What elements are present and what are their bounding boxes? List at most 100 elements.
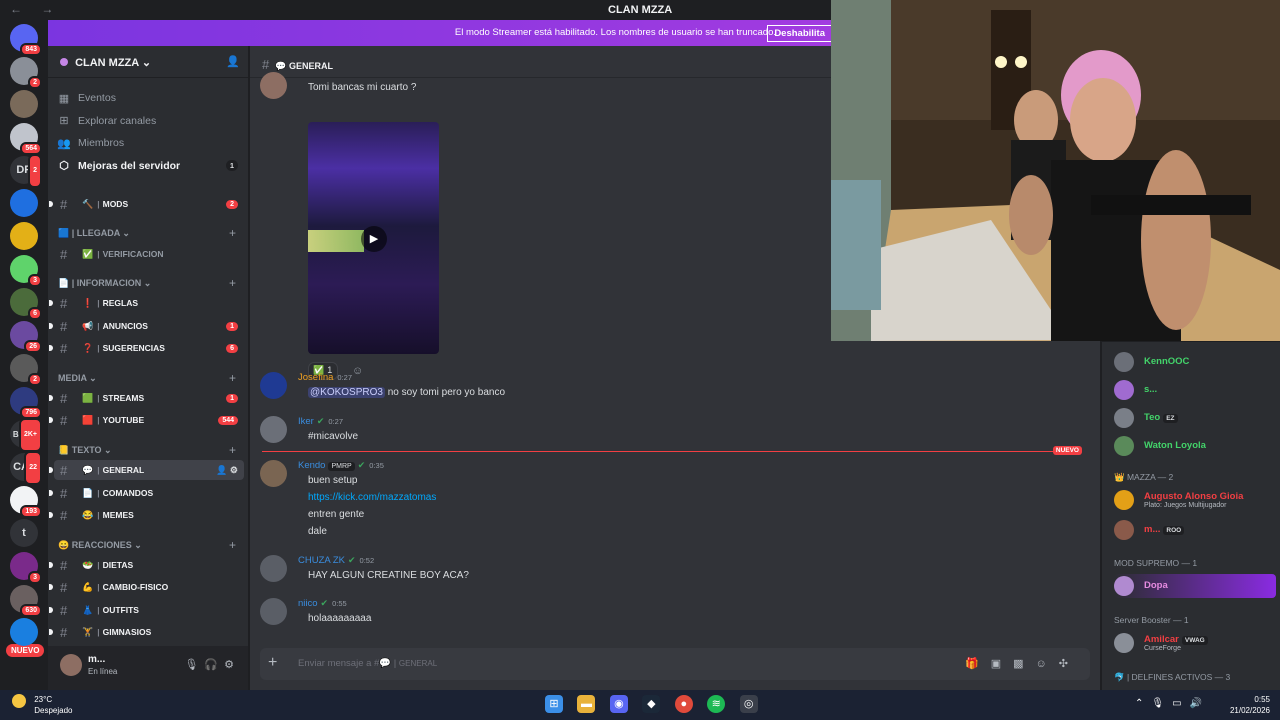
member-row[interactable]: KennOOC [1114, 350, 1276, 374]
microphone-icon[interactable]: 🎙 [1151, 698, 1172, 709]
add-channel-icon[interactable]: + [229, 276, 236, 290]
user-mention[interactable]: @KOKOSPRO3 [308, 387, 385, 398]
member-row[interactable]: Teo EZ [1114, 406, 1276, 430]
gif-icon[interactable]: ▣ [991, 658, 1013, 670]
member-row[interactable]: m... ROO [1114, 518, 1276, 542]
gift-icon[interactable]: 🎁 [965, 658, 991, 670]
server-icon[interactable] [10, 189, 38, 217]
server-icon[interactable]: 193 [10, 486, 42, 518]
channel-category[interactable]: 🟦 | LLEGADA ⌄ + [58, 226, 242, 240]
file-explorer-icon[interactable]: ▬ [577, 695, 596, 713]
channel-category[interactable]: 😀 REACCIONES ⌄ + [58, 538, 242, 552]
message-author[interactable]: Iker ✔ 0:27 [298, 416, 343, 427]
headphones-icon[interactable]: 🎧 [204, 659, 224, 671]
video-attachment[interactable]: ▶ [308, 122, 439, 354]
guild-header[interactable]: CLAN MZZA ⌄ 👤 [48, 46, 248, 78]
server-icon[interactable]: 3 [10, 255, 42, 287]
server-icon[interactable]: 564 [10, 123, 42, 155]
avatar[interactable] [260, 555, 287, 582]
member-row[interactable]: Augusto Alonso Gioia Plato: Juegos Multij… [1114, 488, 1276, 512]
add-reaction-icon[interactable]: ☺ [352, 365, 363, 377]
message-author[interactable]: CHUZA ZK ✔ 0:52 [298, 555, 374, 566]
channel-dietas[interactable]: # 🥗 | DIETAS [49, 555, 244, 575]
sidebar-item-explorar-canales[interactable]: ⊞ Explorar canales [56, 111, 242, 131]
composer-placeholder[interactable]: Enviar mensaje a #💬 | GENERAL [298, 658, 437, 669]
avatar[interactable] [260, 372, 287, 399]
member-row[interactable]: Amilcar VWAG CurseForge [1114, 631, 1276, 655]
channel-cambio-fisico[interactable]: # 💪 | CAMBIO-FISICO [49, 577, 244, 597]
avatar[interactable] [260, 460, 287, 487]
add-channel-icon[interactable]: + [229, 443, 236, 457]
chrome-icon[interactable]: ● [674, 695, 693, 713]
apps-icon[interactable]: ✣ [1059, 658, 1080, 670]
spotify-icon[interactable]: ≋ [707, 695, 726, 713]
gear-icon[interactable]: ⚙ [224, 659, 240, 671]
member-row[interactable]: Dopa [1114, 574, 1276, 598]
sidebar-item-eventos[interactable]: ▦ Eventos [56, 88, 242, 108]
chevron-up-icon[interactable]: ⌃ [1135, 698, 1151, 709]
server-icon[interactable]: 2 [10, 354, 42, 386]
channel-sugerencias[interactable]: # ❓ | SUGERENCIAS 6 [49, 338, 244, 358]
sticker-icon[interactable]: ▩ [1013, 658, 1035, 670]
add-channel-icon[interactable]: + [229, 538, 236, 552]
add-channel-icon[interactable]: + [229, 371, 236, 385]
server-icon[interactable]: 2 [10, 57, 42, 89]
server-icon[interactable]: 26 [10, 321, 42, 353]
channel-comandos[interactable]: # 📄 | COMANDOS [49, 483, 244, 503]
emoji-icon[interactable]: ☺ [1036, 658, 1059, 670]
channel-category[interactable]: 📄 | INFORMACION ⌄ + [58, 276, 242, 290]
weather-widget[interactable]: 23°C Despejado [12, 694, 72, 716]
attach-plus-icon[interactable]: + [268, 654, 277, 672]
server-icon[interactable] [10, 90, 38, 118]
sidebar-item-miembros[interactable]: 👥 Miembros [56, 133, 242, 153]
avatar[interactable] [260, 416, 287, 443]
play-icon[interactable]: ▶ [361, 226, 387, 252]
message-composer[interactable]: + Enviar mensaje a #💬 | GENERAL 🎁▣▩☺✣ [260, 648, 1090, 680]
windows-start-icon[interactable]: ⊞ [545, 695, 563, 713]
message-author[interactable]: niico ✔ 0:55 [298, 598, 347, 609]
avatar[interactable] [260, 598, 287, 625]
discord-icon[interactable]: ◉ [609, 695, 628, 713]
channel-category[interactable]: MEDIA ⌄ + [58, 371, 242, 385]
channel-general[interactable]: # 💬 | GENERAL 👤 ⚙ [49, 460, 244, 480]
server-icon[interactable]: t [10, 519, 38, 547]
obs-icon[interactable]: ◎ [739, 695, 758, 713]
server-icon[interactable]: 3 [10, 552, 42, 584]
invite-icon[interactable]: 👤 [226, 55, 240, 68]
member-row[interactable]: Waton Loyola [1114, 434, 1276, 458]
steam-icon[interactable]: ◆ [642, 695, 661, 713]
avatar[interactable] [260, 72, 287, 99]
network-icon[interactable]: ▭ [1172, 698, 1189, 709]
channel-mods[interactable]: # 🔨 | MODS 2 [49, 194, 244, 214]
server-icon[interactable]: 630 [10, 585, 42, 617]
back-forward-nav[interactable]: ← → [10, 2, 61, 16]
channel-streams[interactable]: # 🟩 | STREAMS 1 [49, 388, 244, 408]
message-link[interactable]: https://kick.com/mazzatomas [308, 492, 436, 503]
server-icon[interactable]: BAJO2K+ [10, 418, 42, 452]
server-icon[interactable]: 796 [10, 387, 42, 419]
avatar[interactable] [60, 654, 82, 676]
member-row[interactable]: s... [1114, 378, 1276, 402]
invite-icon[interactable]: 👤 [216, 465, 227, 475]
channel-youtube[interactable]: # 🟥 | YOUTUBE 544 [49, 410, 244, 430]
channel-gimnasios[interactable]: # 🏋 | GIMNASIOS [49, 622, 244, 642]
disable-streamer-button[interactable]: Deshabilita [767, 25, 832, 42]
server-icon[interactable] [10, 618, 38, 646]
server-icon[interactable]: DP 2 [10, 154, 42, 188]
channel-anuncios[interactable]: # 📢 | ANUNCIOS 1 [49, 316, 244, 336]
channel-memes[interactable]: # 😂 | MEMES [49, 505, 244, 525]
sidebar-item-mejoras-del-servidor[interactable]: ⬡ Mejoras del servidor 1 [56, 156, 242, 176]
channel-outfits[interactable]: # 👗 | OUTFITS [49, 600, 244, 620]
message-author[interactable]: Kendo PMRP ✔ 0:35 [298, 460, 384, 471]
message-author[interactable]: Josefina 0:27 [298, 372, 352, 383]
gear-icon[interactable]: ⚙ [230, 465, 238, 475]
channel-verificacion[interactable]: # ✅ | VERIFICACION [54, 244, 244, 264]
server-icon[interactable]: CAT22 [10, 451, 42, 485]
channel-reglas[interactable]: # ❗ | REGLAS [49, 293, 244, 313]
server-icon[interactable]: 843 [10, 24, 42, 56]
clock[interactable]: 0:55 21/02/2026 [1230, 694, 1270, 716]
channel-category[interactable]: 📒 TEXTO ⌄ + [58, 443, 242, 457]
add-channel-icon[interactable]: + [229, 226, 236, 240]
server-icon[interactable]: 6 [10, 288, 42, 320]
server-icon[interactable] [10, 222, 38, 250]
